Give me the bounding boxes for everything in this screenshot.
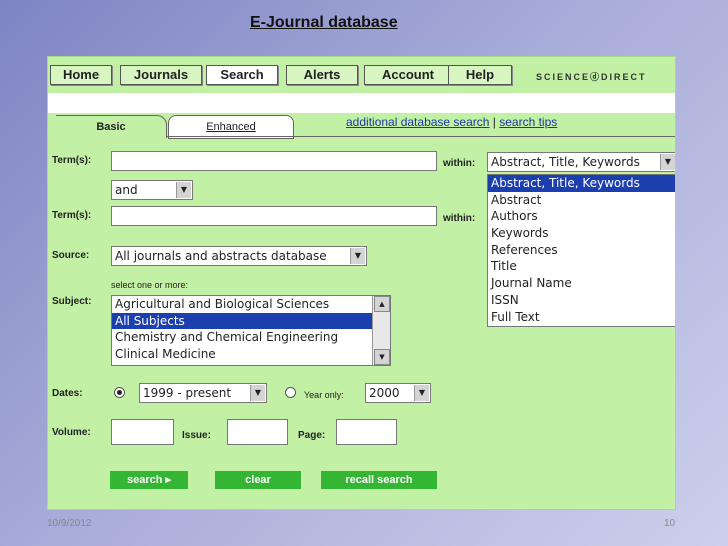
date-range-radio[interactable] <box>114 387 125 398</box>
nav-search-button[interactable]: Search <box>206 65 278 85</box>
year-value: 2000 <box>369 386 400 400</box>
slide-title: E-Journal database <box>250 14 398 31</box>
nav-divider <box>48 93 675 113</box>
subject-option[interactable]: All Subjects <box>112 312 390 330</box>
term1-input[interactable] <box>111 151 437 171</box>
chevron-down-icon[interactable]: ▼ <box>176 182 191 198</box>
source-label: Source: <box>52 250 90 261</box>
tab-divider <box>166 136 675 137</box>
issue-input[interactable] <box>227 419 288 445</box>
operator-value: and <box>115 183 138 197</box>
chevron-down-icon[interactable]: ▼ <box>660 154 675 170</box>
top-nav: Home Journals Search Alerts Account Help… <box>48 57 675 91</box>
date-range-value: 1999 - present <box>143 386 232 400</box>
subject-option[interactable]: Chemistry and Chemical Engineering <box>112 329 390 346</box>
nav-help-button[interactable]: Help <box>448 65 512 85</box>
nav-journals-button[interactable]: Journals <box>120 65 202 85</box>
scroll-up-icon[interactable]: ▲ <box>374 296 390 312</box>
scroll-down-icon[interactable]: ▼ <box>374 349 390 365</box>
within-option[interactable]: Abstract, Title, Keywords <box>488 175 675 192</box>
subject-hint: select one or more: <box>111 280 189 290</box>
page-label: Page: <box>298 430 326 441</box>
chevron-down-icon[interactable]: ▼ <box>414 385 429 401</box>
operator-select[interactable]: and ▼ <box>111 180 193 200</box>
within-option[interactable]: References <box>488 242 675 259</box>
clear-button[interactable]: clear <box>215 471 301 489</box>
slide-date: 10/9/2012 <box>47 518 92 529</box>
term1-label: Term(s): <box>52 155 92 166</box>
year-select[interactable]: 2000 ▼ <box>365 383 431 403</box>
page-input[interactable] <box>336 419 397 445</box>
within-options-list: Abstract, Title, Keywords Abstract Autho… <box>487 174 675 327</box>
within-selected-value: Abstract, Title, Keywords <box>491 155 640 169</box>
subject-list[interactable]: Agricultural and Biological Sciences All… <box>111 295 391 366</box>
search-tips-link[interactable]: search tips <box>499 115 557 129</box>
within-select[interactable]: Abstract, Title, Keywords ▼ <box>487 152 675 172</box>
tab-basic[interactable]: Basic <box>56 115 167 138</box>
term2-input[interactable] <box>111 206 437 226</box>
nav-account-button[interactable]: Account <box>364 65 452 85</box>
subject-option[interactable]: Clinical Medicine <box>112 346 390 363</box>
year-only-radio[interactable] <box>285 387 296 398</box>
year-only-label: Year only: <box>304 390 344 400</box>
issue-label: Issue: <box>182 430 211 441</box>
within-option[interactable]: Abstract <box>488 192 675 209</box>
nav-home-button[interactable]: Home <box>50 65 112 85</box>
dates-label: Dates: <box>52 388 83 399</box>
subject-option[interactable]: Agricultural and Biological Sciences <box>112 296 390 313</box>
link-separator: | <box>492 115 496 129</box>
volume-label: Volume: <box>52 427 91 438</box>
subject-scrollbar[interactable]: ▲ ▼ <box>372 296 390 365</box>
additional-database-search-link[interactable]: additional database search <box>346 115 489 129</box>
within-option[interactable]: Journal Name <box>488 275 675 292</box>
within-option[interactable]: ISSN <box>488 292 675 309</box>
journal-search-screenshot: Home Journals Search Alerts Account Help… <box>47 56 676 510</box>
chevron-down-icon[interactable]: ▼ <box>250 385 265 401</box>
within1-label: within: <box>443 158 476 169</box>
chevron-down-icon[interactable]: ▼ <box>350 248 365 264</box>
volume-input[interactable] <box>111 419 174 445</box>
source-select[interactable]: All journals and abstracts database ▼ <box>111 246 367 266</box>
search-button[interactable]: search ▸ <box>110 471 188 489</box>
nav-alerts-button[interactable]: Alerts <box>286 65 358 85</box>
term2-label: Term(s): <box>52 210 92 221</box>
within-option[interactable]: Full Text <box>488 309 675 326</box>
recall-search-button[interactable]: recall search <box>321 471 437 489</box>
within-option[interactable]: Keywords <box>488 225 675 242</box>
within-option[interactable]: Authors <box>488 208 675 225</box>
subject-label: Subject: <box>52 296 92 307</box>
within2-label: within: <box>443 213 476 224</box>
sciencedirect-logo: SCIENCEⓓDIRECT <box>536 72 647 82</box>
source-value: All journals and abstracts database <box>115 249 327 263</box>
search-links: additional database search | search tips <box>346 115 557 129</box>
within-option[interactable]: Title <box>488 258 675 275</box>
date-range-select[interactable]: 1999 - present ▼ <box>139 383 267 403</box>
slide-page-number: 10 <box>664 518 676 529</box>
